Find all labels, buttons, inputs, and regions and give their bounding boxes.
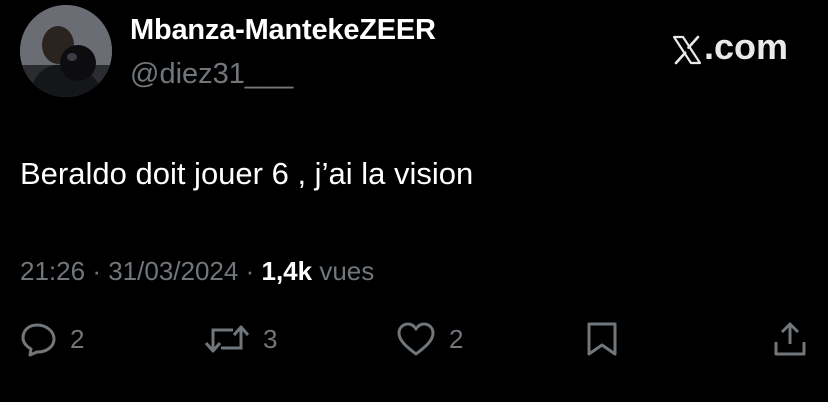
heart-icon [395, 320, 437, 358]
bookmark-icon [584, 320, 620, 358]
meta-separator: · [92, 256, 101, 286]
retweet-count: 3 [263, 323, 278, 354]
tweet-text: Beraldo doit jouer 6 , j’ai la vision [20, 156, 474, 191]
views-count[interactable]: 1,4k [262, 256, 313, 286]
views-label: vues [319, 256, 375, 286]
bookmark-button[interactable] [584, 320, 620, 358]
reply-icon [20, 320, 58, 358]
brand-label: .com [703, 26, 788, 67]
avatar-image [20, 5, 112, 97]
like-button[interactable]: 2 [395, 320, 463, 358]
reply-button[interactable]: 2 [20, 320, 84, 358]
author-handle[interactable]: @diez31___ [130, 58, 293, 91]
tweet-meta: 21:26 · 31/03/2024 · 1,4k vues [20, 256, 374, 287]
author-display-name[interactable]: Mbanza-MantekeZEER [130, 14, 436, 47]
x-brand: .com [672, 26, 788, 68]
avatar[interactable] [20, 5, 112, 97]
like-count: 2 [449, 323, 464, 354]
meta-separator: · [245, 256, 255, 286]
x-logo-icon [672, 32, 702, 65]
tweet-time[interactable]: 21:26 [20, 256, 85, 286]
retweet-button[interactable]: 3 [203, 320, 277, 358]
tweet-date[interactable]: 31/03/2024 [108, 256, 238, 286]
share-button[interactable] [772, 320, 808, 358]
reply-count: 2 [70, 323, 85, 354]
retweet-icon [203, 320, 251, 358]
share-icon [772, 320, 808, 358]
